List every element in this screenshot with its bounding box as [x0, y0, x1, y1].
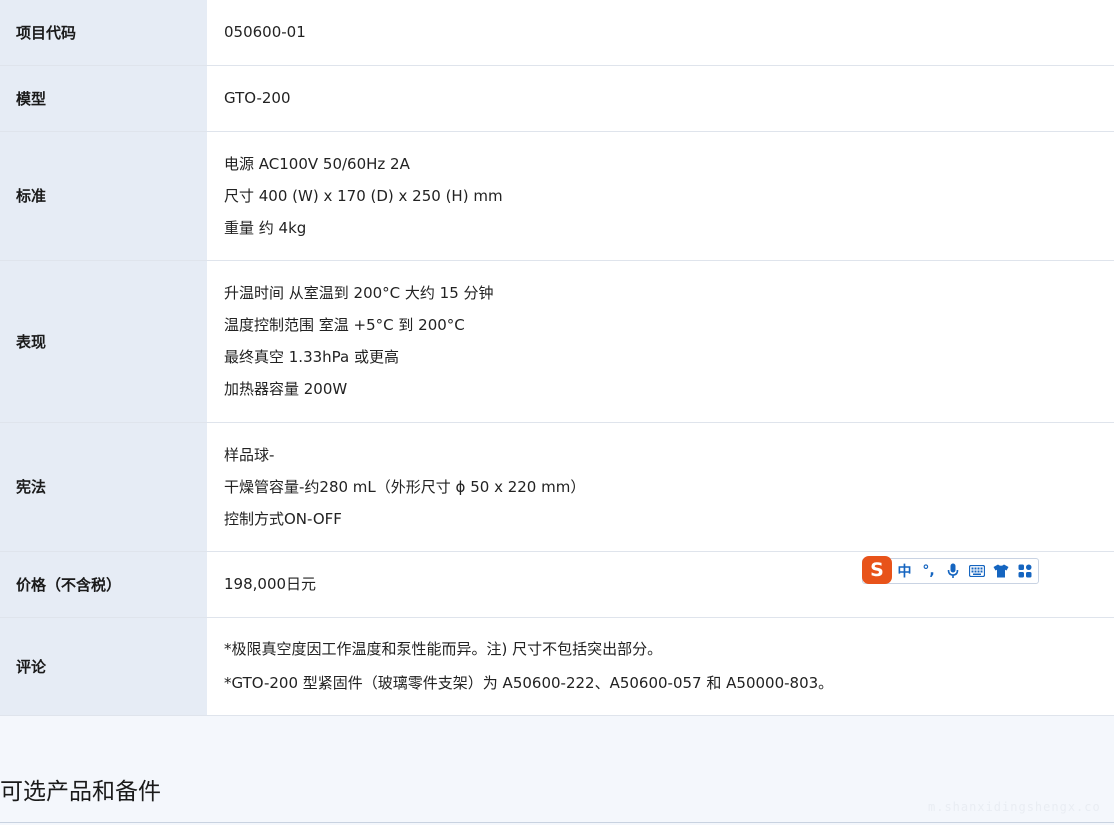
spec-value: 050600-01	[207, 0, 1114, 66]
divider	[0, 822, 1114, 823]
spec-value: 升温时间 从室温到 200°C 大约 15 分钟 温度控制范围 室温 +5°C …	[207, 260, 1114, 423]
spec-label: 评论	[0, 617, 207, 716]
spec-row-construction: 宪法 样品球- 干燥管容量-约280 mL（外形尺寸 ϕ 50 x 220 mm…	[0, 422, 1114, 552]
watermark: m.shanxidingshengx.co	[928, 800, 1101, 814]
ime-toolbar[interactable]: S 中 °,	[862, 556, 1039, 584]
spec-value: 样品球- 干燥管容量-约280 mL（外形尺寸 ϕ 50 x 220 mm） 控…	[207, 422, 1114, 552]
spec-table: 项目代码 050600-01 模型 GTO-200 标准 电源 AC100V 5…	[0, 0, 1114, 716]
spec-label: 宪法	[0, 422, 207, 552]
apps-grid-icon[interactable]	[1013, 559, 1036, 583]
spec-value-line: 温度控制范围 室温 +5°C 到 200°C	[224, 316, 465, 334]
spec-label: 模型	[0, 65, 207, 132]
spec-row-item-code: 项目代码 050600-01	[0, 0, 1114, 66]
spec-value-line: 升温时间 从室温到 200°C 大约 15 分钟	[224, 284, 494, 302]
microphone-icon[interactable]	[941, 559, 964, 583]
keyboard-icon[interactable]	[965, 559, 988, 583]
shirt-icon[interactable]	[989, 559, 1012, 583]
spec-value-line: 最终真空 1.33hPa 或更高	[224, 348, 400, 366]
section-title: 可选产品和备件	[0, 779, 161, 805]
spec-value: *极限真空度因工作温度和泵性能而异。注) 尺寸不包括突出部分。 *GTO-200…	[207, 617, 1114, 716]
spec-value-line: 重量 约 4kg	[224, 218, 307, 237]
spec-row-model: 模型 GTO-200	[0, 65, 1114, 132]
spec-value-line: 加热器容量 200W	[224, 380, 348, 398]
spec-row-standard: 标准 电源 AC100V 50/60Hz 2A 尺寸 400 (W) x 170…	[0, 131, 1114, 261]
spec-value-line: 干燥管容量-约280 mL（外形尺寸 ϕ 50 x 220 mm）	[224, 477, 586, 496]
spec-value-line: 电源 AC100V 50/60Hz 2A	[224, 154, 410, 173]
spec-value-line: *GTO-200 型紧固件（玻璃零件支架）为 A50600-222、A50600…	[224, 674, 834, 692]
spec-value-line: GTO-200	[224, 89, 291, 107]
spec-label: 项目代码	[0, 0, 207, 66]
spec-row-performance: 表现 升温时间 从室温到 200°C 大约 15 分钟 温度控制范围 室温 +5…	[0, 260, 1114, 423]
spec-value-line: 尺寸 400 (W) x 170 (D) x 250 (H) mm	[224, 186, 503, 205]
spec-label: 价格（不含税）	[0, 551, 207, 618]
ime-punctuation-toggle[interactable]: °,	[917, 559, 940, 583]
ime-logo-icon[interactable]: S	[862, 556, 892, 584]
spec-label: 表现	[0, 260, 207, 423]
spec-value-line: 050600-01	[224, 23, 306, 42]
spec-row-comments: 评论 *极限真空度因工作温度和泵性能而异。注) 尺寸不包括突出部分。 *GTO-…	[0, 617, 1114, 716]
spec-label: 标准	[0, 131, 207, 261]
spec-value: 电源 AC100V 50/60Hz 2A 尺寸 400 (W) x 170 (D…	[207, 131, 1114, 261]
spec-value-line: *极限真空度因工作温度和泵性能而异。注) 尺寸不包括突出部分。	[224, 640, 663, 658]
spec-value: GTO-200	[207, 65, 1114, 132]
spec-value-line: 控制方式ON-OFF	[224, 509, 342, 528]
ime-mode-toggle[interactable]: 中	[893, 559, 916, 583]
spec-value-line: 样品球-	[224, 445, 275, 464]
